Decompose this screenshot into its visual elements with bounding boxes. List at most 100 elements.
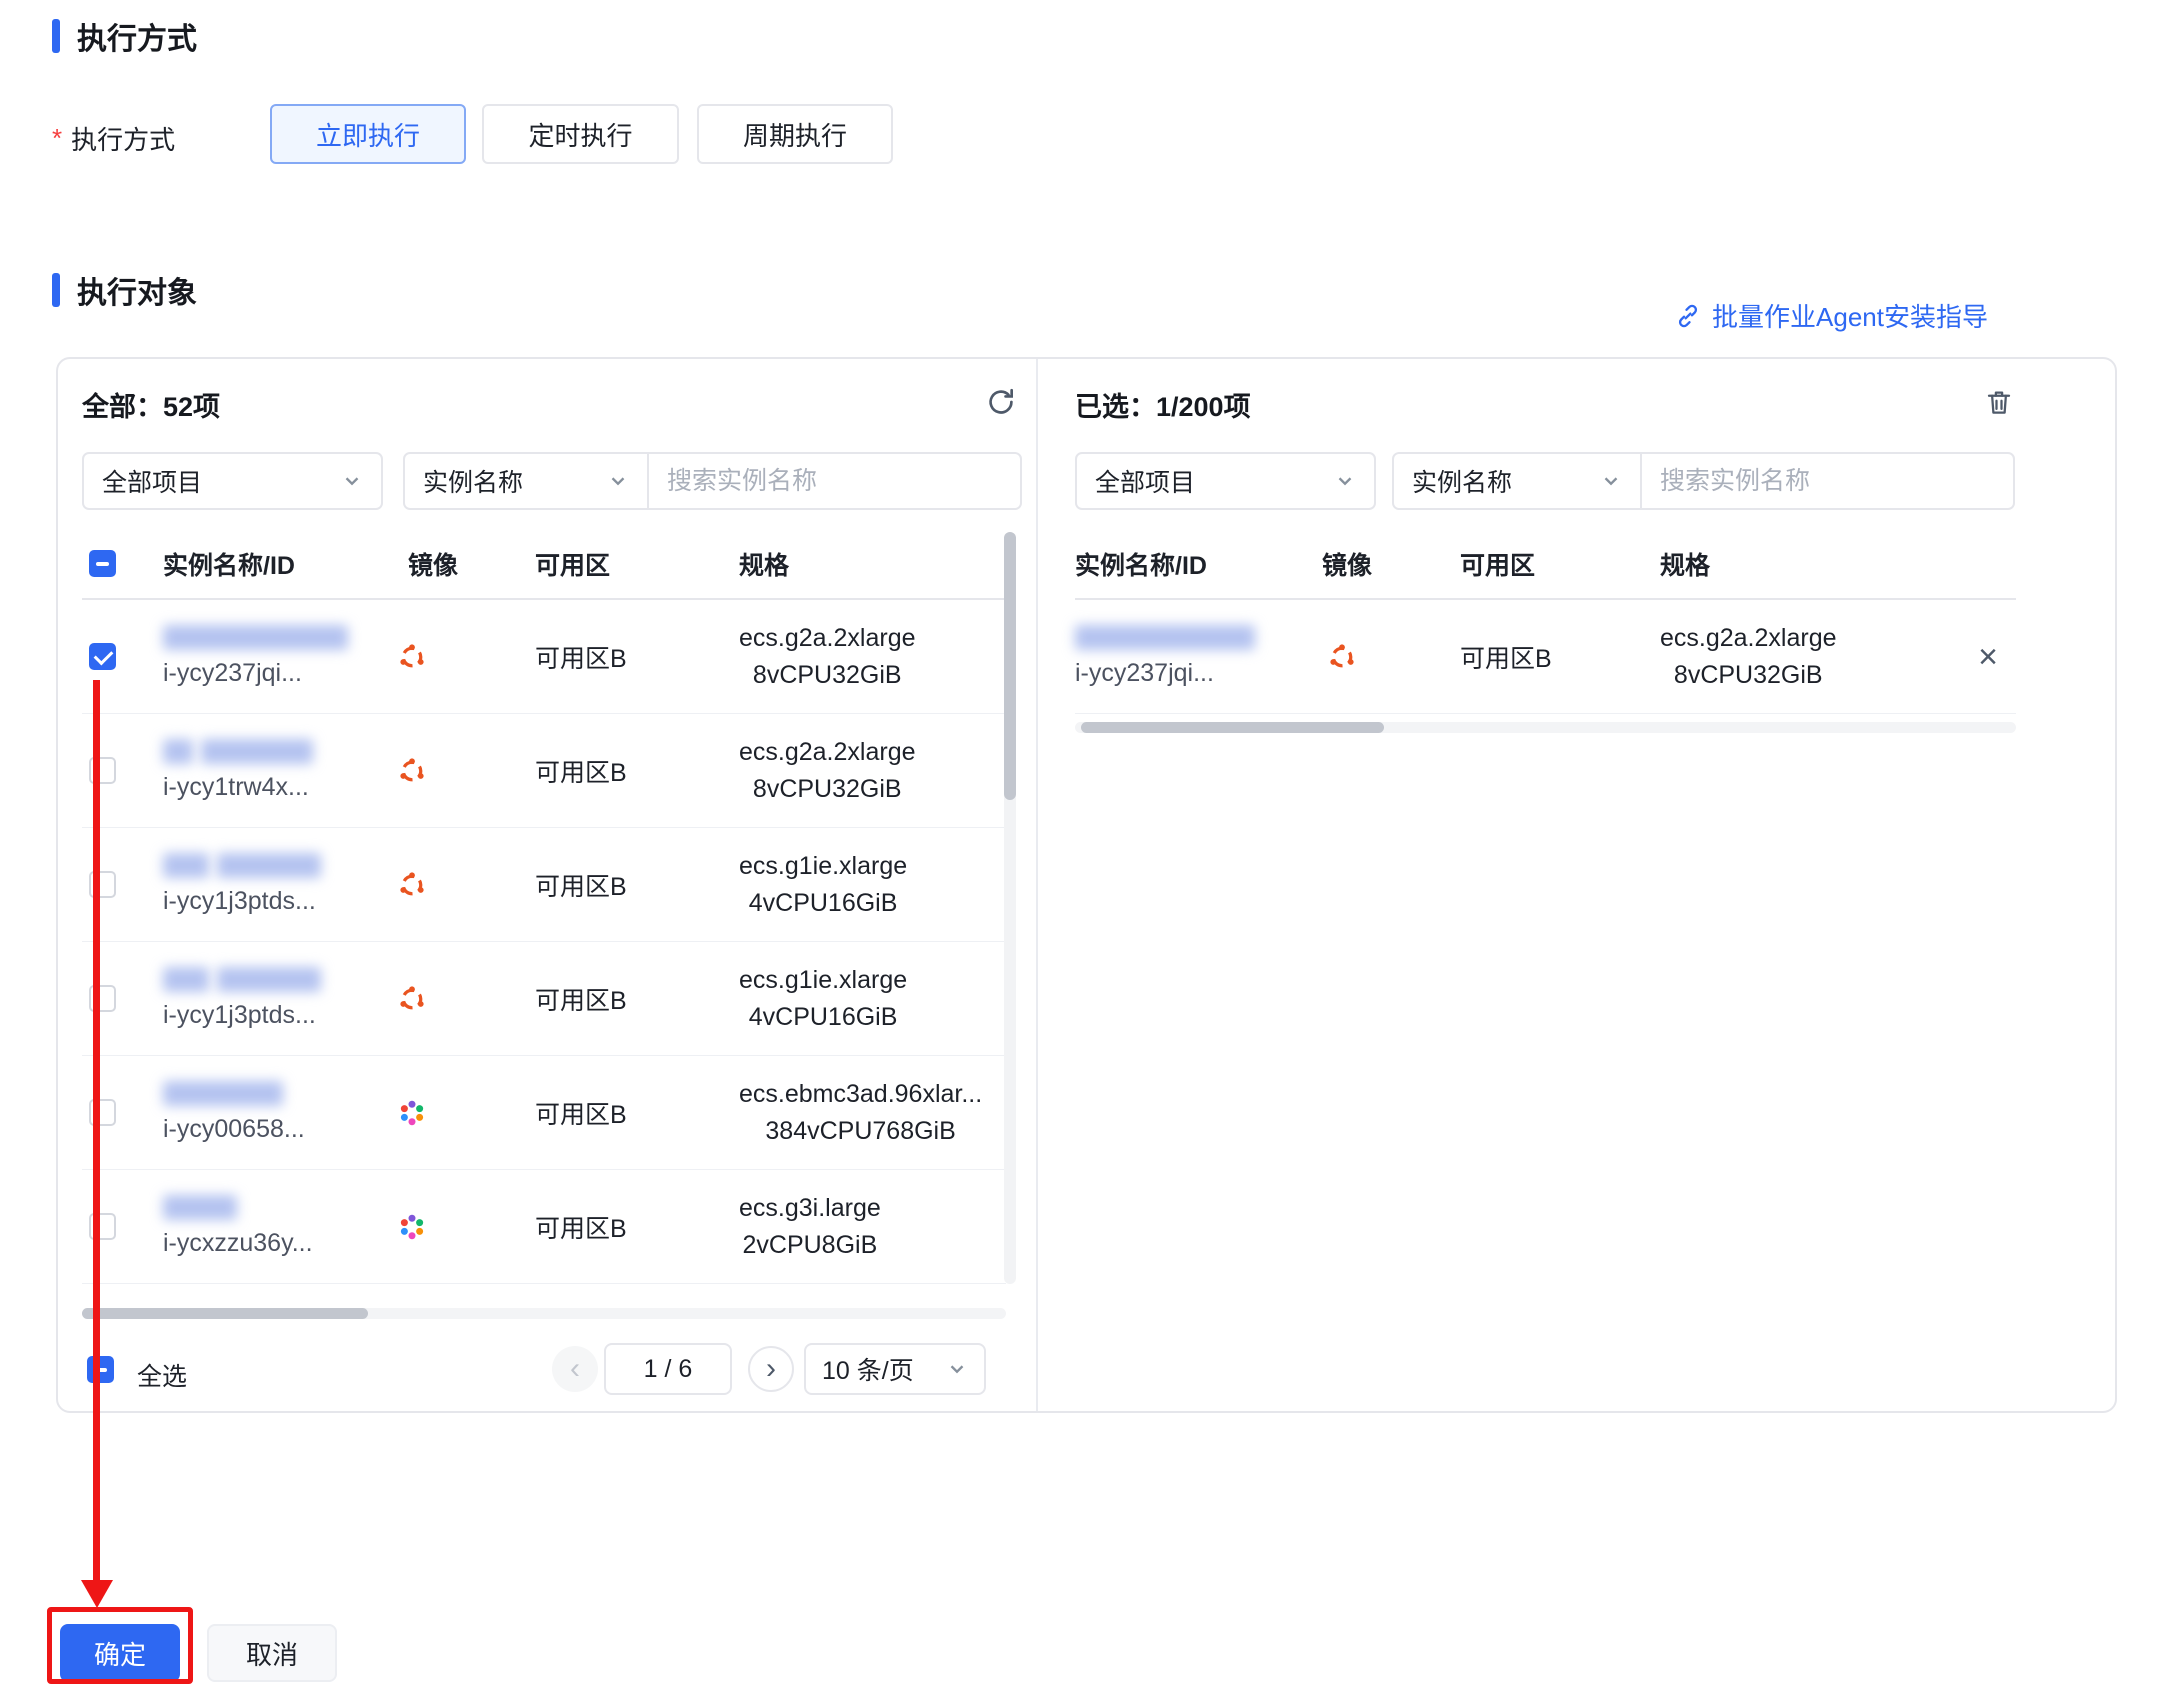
right-search-combo: 实例名称 <box>1392 452 2015 510</box>
chevron-down-icon <box>1600 470 1622 492</box>
vertical-scrollbar <box>1004 532 1016 1284</box>
left-project-select[interactable]: 全部项目 <box>82 452 383 510</box>
refresh-button[interactable] <box>980 381 1022 423</box>
panel-divider <box>1036 359 1038 1411</box>
instance-name-redacted <box>163 739 193 764</box>
spec-cell: ecs.ebmc3ad.96xlar... 384vCPU768GiB <box>739 1056 982 1169</box>
ubuntu-icon <box>397 942 427 1055</box>
section-accent-bar <box>52 273 60 307</box>
left-search-combo: 实例名称 <box>403 452 1022 510</box>
link-icon <box>1674 302 1702 330</box>
instance-id: i-ycy00658... <box>163 1115 305 1144</box>
left-table-header: 实例名称/ID 镜像 可用区 规格 <box>82 530 1006 600</box>
row-checkbox[interactable] <box>89 871 116 898</box>
right-search-input[interactable] <box>1642 454 2013 508</box>
ubuntu-icon <box>397 828 427 941</box>
euler-os-icon <box>397 1170 427 1283</box>
instance-id: i-ycy1j3ptds... <box>163 1001 316 1030</box>
zone-cell: 可用区B <box>535 600 627 713</box>
section-header-execution-targets: 执行对象 <box>52 268 197 312</box>
instance-id: i-ycy1j3ptds... <box>163 887 316 916</box>
selected-table-row[interactable]: i-ycy237jqi... 可用区B ecs.g2a.2xlarge 8vCP… <box>1075 600 2016 714</box>
instance-name-redacted <box>163 967 209 992</box>
option-scheduled-execution[interactable]: 定时执行 <box>482 104 679 164</box>
right-search-field-select[interactable]: 实例名称 <box>1394 454 1642 508</box>
confirm-button[interactable]: 确定 <box>60 1624 180 1682</box>
option-periodic-execution[interactable]: 周期执行 <box>697 104 893 164</box>
ubuntu-icon <box>397 714 427 827</box>
ubuntu-icon <box>397 600 427 713</box>
instance-transfer-card: 全部：52项 全部项目 实例名称 实例名称/ID <box>56 357 2117 1413</box>
pagination-next-button[interactable]: › <box>748 1346 794 1392</box>
zone-cell: 可用区B <box>535 828 627 941</box>
trash-icon-button[interactable] <box>1978 381 2020 423</box>
left-search-field-select[interactable]: 实例名称 <box>405 454 649 508</box>
horizontal-scrollbar <box>1075 722 2016 733</box>
chevron-down-icon <box>946 1358 968 1380</box>
table-row[interactable]: i-ycy1j3ptds... 可用区B ecs.g1ie.xlarge 4vC… <box>82 942 1006 1056</box>
column-zone: 可用区 <box>1460 530 1535 598</box>
column-image: 镜像 <box>408 530 458 598</box>
table-row[interactable]: i-ycy1trw4x... 可用区B ecs.g2a.2xlarge 8vCP… <box>82 714 1006 828</box>
section-header-execution-method: 执行方式 <box>52 14 197 58</box>
zone-cell: 可用区B <box>1460 600 1552 713</box>
chevron-down-icon <box>1334 470 1356 492</box>
spec-cell: ecs.g2a.2xlarge 8vCPU32GiB <box>739 600 916 713</box>
cancel-button[interactable]: 取消 <box>207 1624 337 1682</box>
zone-cell: 可用区B <box>535 1056 627 1169</box>
annotation-arrow-head <box>81 1580 113 1608</box>
spec-cell: ecs.g3i.large 2vCPU8GiB <box>739 1170 881 1283</box>
execution-config-page: 执行方式 * 执行方式 立即执行 定时执行 周期执行 执行对象 批量作业Agen… <box>0 0 2170 1686</box>
zone-cell: 可用区B <box>535 942 627 1055</box>
execution-method-label: * 执行方式 <box>52 120 175 157</box>
chevron-down-icon <box>341 470 363 492</box>
table-row[interactable]: i-ycy1j3ptds... 可用区B ecs.g1ie.xlarge 4vC… <box>82 828 1006 942</box>
row-checkbox[interactable] <box>89 1213 116 1240</box>
spec-cell: ecs.g1ie.xlarge 4vCPU16GiB <box>739 828 907 941</box>
section-accent-bar <box>52 19 60 53</box>
table-row[interactable]: i-ycy00658... 可用区B ecs.ebmc3ad.96xlar...… <box>82 1056 1006 1170</box>
euler-os-icon <box>397 1056 427 1169</box>
table-row[interactable]: i-ycy237jqi... 可用区B ecs.g2a.2xlarge 8vCP… <box>82 600 1006 714</box>
right-panel-title: 已选：1/200项 <box>1075 385 1251 424</box>
left-panel-title: 全部：52项 <box>82 385 220 424</box>
row-checkbox[interactable] <box>89 985 116 1012</box>
ubuntu-icon <box>1327 600 1357 713</box>
column-spec: 规格 <box>1660 530 1710 598</box>
pagination-page-indicator[interactable]: 1 / 6 <box>604 1343 732 1395</box>
instance-name-redacted <box>163 1195 237 1220</box>
agent-install-guide-link[interactable]: 批量作业Agent安装指导 <box>1674 297 1988 334</box>
row-checkbox[interactable] <box>89 1099 116 1126</box>
remove-icon[interactable]: × <box>1965 634 2011 680</box>
instance-name-redacted <box>163 625 348 650</box>
page-size-select[interactable]: 10 条/页 <box>804 1343 986 1395</box>
pagination-prev-button[interactable]: ‹ <box>552 1346 598 1392</box>
table-row[interactable]: i-ycxzzu36y... 可用区B ecs.g3i.large 2vCPU8… <box>82 1170 1006 1284</box>
vertical-scrollbar-thumb[interactable] <box>1004 532 1016 800</box>
select-all-header-checkbox[interactable] <box>89 550 116 577</box>
instance-id: i-ycxzzu36y... <box>163 1229 313 1258</box>
column-spec: 规格 <box>739 530 789 598</box>
right-table-header: 实例名称/ID 镜像 可用区 规格 <box>1075 530 2016 600</box>
required-asterisk: * <box>52 123 62 154</box>
instance-name-redacted <box>1075 625 1255 650</box>
horizontal-scrollbar-thumb[interactable] <box>1081 722 1384 733</box>
column-name-id: 实例名称/ID <box>163 530 295 598</box>
instance-id: i-ycy1trw4x... <box>163 773 309 802</box>
instance-name-redacted <box>217 967 321 992</box>
column-zone: 可用区 <box>535 530 610 598</box>
column-image: 镜像 <box>1322 530 1372 598</box>
row-checkbox[interactable] <box>89 757 116 784</box>
spec-cell: ecs.g2a.2xlarge 8vCPU32GiB <box>739 714 916 827</box>
left-search-input[interactable] <box>649 454 1020 508</box>
horizontal-scrollbar-thumb[interactable] <box>82 1308 368 1319</box>
select-all-footer-checkbox[interactable] <box>87 1356 114 1383</box>
spec-cell: ecs.g1ie.xlarge 4vCPU16GiB <box>739 942 907 1055</box>
option-immediate-execution[interactable]: 立即执行 <box>270 104 466 164</box>
section-title: 执行方式 <box>77 14 197 58</box>
row-checkbox[interactable] <box>89 643 116 670</box>
select-all-label: 全选 <box>137 1357 187 1393</box>
zone-cell: 可用区B <box>535 714 627 827</box>
instance-name-redacted <box>163 1081 283 1106</box>
right-project-select[interactable]: 全部项目 <box>1075 452 1376 510</box>
